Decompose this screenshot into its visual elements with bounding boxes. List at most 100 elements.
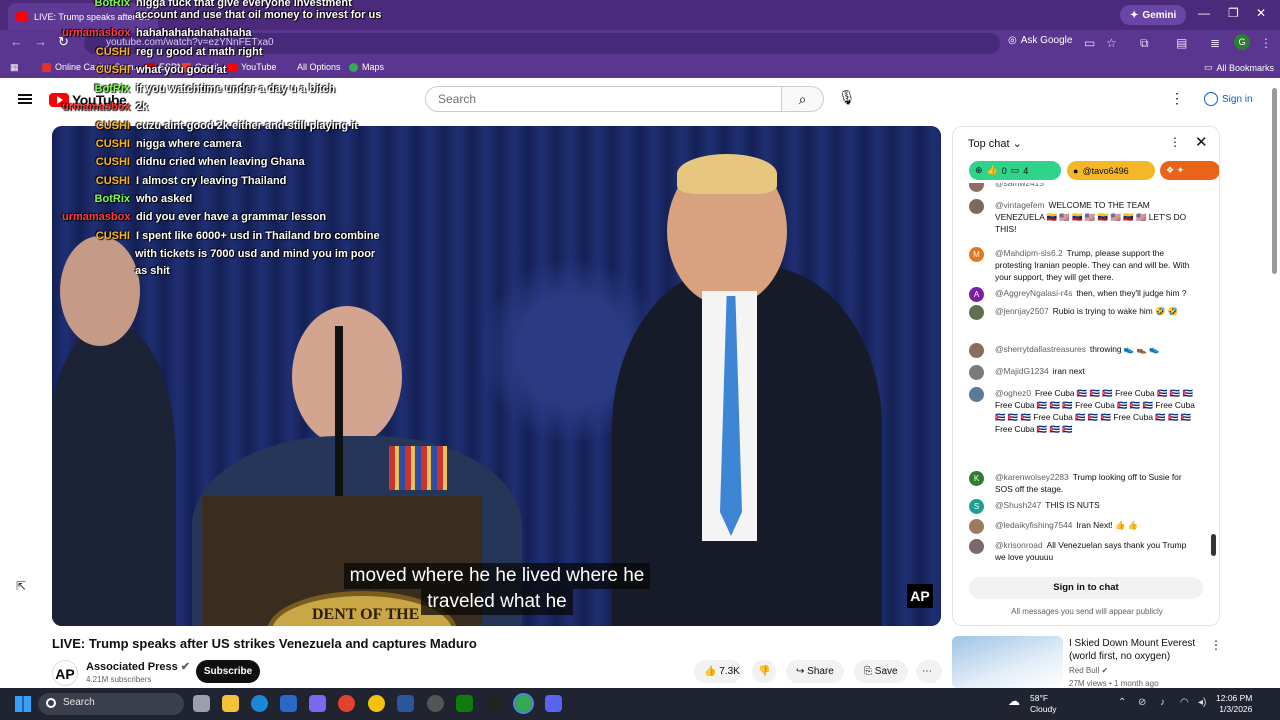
recommended-channel[interactable]: Red Bull ✔ — [1069, 666, 1108, 675]
chat-avatar[interactable]: S — [969, 499, 984, 514]
maximize-icon[interactable]: ❐ — [1228, 6, 1239, 20]
chat-message[interactable]: @oghez0 Free Cuba 🇨🇺 🇨🇺 🇨🇺 Free Cuba 🇨🇺 🇨… — [969, 387, 1195, 435]
chat-avatar[interactable] — [969, 539, 984, 554]
bookmark-espn[interactable]: ESPN — [146, 62, 184, 72]
browser-menu-icon[interactable]: ⋮ — [1260, 36, 1272, 50]
extensions-icon[interactable]: ⧉ — [1140, 36, 1149, 51]
chat-avatar[interactable]: K — [969, 471, 984, 486]
bookmark-youtube[interactable]: YouTube — [228, 62, 276, 72]
word-icon[interactable] — [397, 695, 414, 712]
chat-message[interactable]: A @AggreyNgalasi-r4s then, when they'll ju… — [969, 287, 1195, 302]
gift-pill[interactable]: ❖ ✦ — [1160, 161, 1219, 180]
youtube-logo[interactable]: YouTube — [49, 92, 127, 108]
apps-grid-icon[interactable]: ▦ — [10, 62, 19, 73]
network-off-icon[interactable]: ⊘ — [1138, 697, 1146, 708]
pinned-user-pill[interactable]: ● @tavo6496 — [1067, 161, 1155, 180]
reload-icon[interactable]: ↻ — [58, 34, 69, 50]
top-chat-dropdown[interactable]: Top chat ⌄ — [968, 137, 1022, 150]
media-player-icon[interactable] — [338, 695, 355, 712]
discord-icon[interactable] — [545, 695, 562, 712]
chat-avatar[interactable] — [969, 305, 984, 320]
file-explorer-icon[interactable] — [222, 695, 239, 712]
chat-message[interactable]: @samw2415 — [969, 183, 1195, 192]
share-button[interactable]: ↪ Share — [786, 660, 844, 683]
channel-name[interactable]: Associated Press ✔ — [86, 660, 190, 673]
forward-icon[interactable]: → — [34, 34, 47, 49]
menu-icon[interactable] — [18, 94, 32, 104]
copilot-icon[interactable] — [309, 695, 326, 712]
bookmark-all-options[interactable]: All Options — [297, 62, 341, 72]
xbox-icon[interactable] — [456, 695, 473, 712]
chat-message[interactable]: K @karenwolsey2283 Trump looking off to Su… — [969, 471, 1195, 495]
obs-icon[interactable] — [486, 695, 503, 712]
cast-icon[interactable]: ▭ — [1084, 36, 1095, 50]
chat-message[interactable]: M @Mahdipm-sls6.2 Trump, please support th… — [969, 247, 1195, 283]
sidepanel-icon[interactable]: ▤ — [1176, 36, 1187, 50]
recommended-title[interactable]: I Skied Down Mount Everest (world first,… — [1069, 637, 1199, 663]
page-scrollbar[interactable] — [1271, 84, 1278, 684]
dislike-button[interactable]: 👎 — [752, 660, 776, 683]
recommended-more-icon[interactable]: ⋮ — [1210, 638, 1222, 652]
microphone-icon[interactable]: 🎙 — [838, 89, 856, 106]
chat-avatar[interactable]: M — [969, 247, 984, 262]
chat-scrollbar[interactable] — [1211, 189, 1216, 563]
minimize-icon[interactable]: — — [1198, 6, 1210, 20]
bookmark-gmail[interactable]: Gmail — [182, 62, 219, 72]
system-clock[interactable]: 12:06 PM 1/3/2026 — [1216, 693, 1252, 715]
windows-start-icon[interactable] — [15, 696, 31, 712]
app-icon[interactable] — [427, 695, 444, 712]
gemini-button[interactable]: ✦ Gemini — [1120, 5, 1187, 25]
chat-avatar[interactable] — [969, 519, 984, 534]
edge-icon[interactable] — [251, 695, 268, 712]
sign-in-to-chat-button[interactable]: Sign in to chat — [969, 577, 1203, 599]
chat-message[interactable]: @jennjay2507 Rubio is trying to wake him … — [969, 305, 1195, 320]
more-options-icon[interactable]: ⋮ — [1170, 90, 1184, 107]
mic-icon[interactable]: ♪ — [1160, 697, 1165, 708]
taskbar-search[interactable]: Search — [38, 693, 184, 715]
search-icon[interactable]: ⌕ — [782, 86, 824, 112]
task-view-icon[interactable] — [193, 695, 210, 712]
chrome-active-icon[interactable] — [513, 693, 534, 714]
channel-avatar[interactable]: AP — [52, 660, 78, 686]
all-bookmarks[interactable]: ▭ All Bookmarks — [1204, 62, 1274, 73]
bookmark-maps[interactable]: Maps — [349, 62, 384, 72]
chat-avatar[interactable] — [969, 365, 984, 380]
bookmark-casino[interactable]: Online Casino Gam... — [42, 62, 141, 72]
recommended-thumbnail[interactable] — [952, 636, 1063, 688]
sign-in-button[interactable]: Sign in — [1198, 88, 1259, 110]
chrome-icon[interactable] — [368, 695, 385, 712]
video-player[interactable]: DENT OF THE moved where he he lived wher… — [52, 126, 941, 626]
engagement-pill[interactable]: ⊕ 👍 0 ▭ 4 — [969, 161, 1061, 180]
weather-widget[interactable]: ☁ 58°F Cloudy — [1008, 693, 1056, 715]
like-button[interactable]: 👍 7.3K — [694, 660, 742, 683]
chat-avatar[interactable] — [969, 343, 984, 358]
volume-icon[interactable]: ◂) — [1198, 697, 1206, 708]
chat-message[interactable]: @ledaikyfishing7544 Iran Next! 👍 👍 — [969, 519, 1195, 534]
store-icon[interactable] — [280, 695, 297, 712]
close-window-icon[interactable]: ✕ — [1256, 6, 1266, 20]
more-actions-icon[interactable]: ⋯ — [916, 660, 942, 683]
close-chat-icon[interactable]: ✕ — [1195, 133, 1208, 151]
wifi-icon[interactable]: ◠ — [1180, 697, 1189, 708]
chat-avatar[interactable] — [969, 183, 984, 192]
search-input[interactable]: Search — [425, 86, 782, 112]
chat-message[interactable]: S @Shush247 THIS IS NUTS — [969, 499, 1195, 514]
chat-avatar[interactable]: A — [969, 287, 984, 302]
chat-more-icon[interactable]: ⋮ — [1169, 135, 1181, 149]
media-controls-icon[interactable]: ≣ — [1210, 36, 1220, 50]
subscribe-button[interactable]: Subscribe — [196, 660, 260, 683]
chat-avatar[interactable] — [969, 387, 984, 402]
profile-avatar[interactable]: G — [1234, 34, 1250, 50]
browser-tab[interactable]: LIVE: Trump speaks after U... — [8, 3, 158, 30]
save-button[interactable]: ⎘ Save — [854, 660, 908, 683]
chat-message[interactable]: @MajidG1234 iran next — [969, 365, 1195, 380]
back-icon[interactable]: ← — [10, 34, 23, 49]
bookmark-star-icon[interactable]: ☆ — [1106, 36, 1117, 50]
address-bar[interactable]: youtube.com/watch?v=ezYNnFETxa0 — [84, 33, 1000, 54]
tray-chevron-icon[interactable]: ⌃ — [1118, 697, 1126, 708]
chat-message[interactable]: @sherrytdallastreasures throwing 👟 👞 👟 — [969, 343, 1195, 358]
chat-message[interactable]: @vintagefem WELCOME TO THE TEAM VENEZUELA… — [969, 199, 1195, 235]
chat-avatar[interactable] — [969, 199, 984, 214]
ask-google-button[interactable]: ◎ Ask Google — [1008, 35, 1072, 46]
chat-message[interactable]: @krisonroad All Venezuelan says thank you… — [969, 539, 1195, 563]
